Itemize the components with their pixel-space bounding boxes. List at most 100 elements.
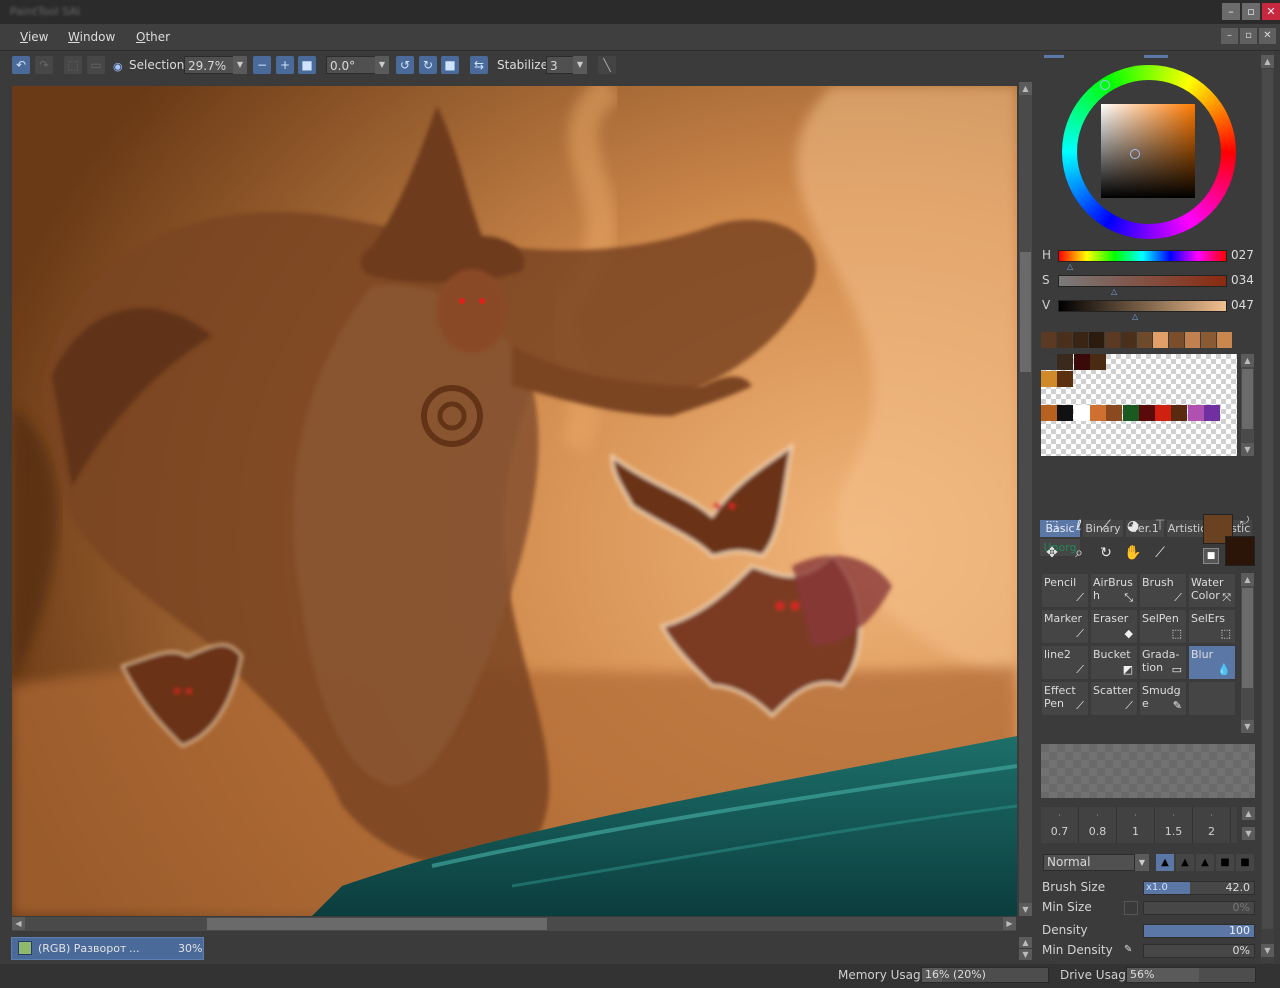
move-icon[interactable]: ✥ (1041, 542, 1063, 564)
history-swatch[interactable] (1185, 332, 1201, 348)
panel-scroll-thumb[interactable] (1262, 69, 1273, 929)
swatch[interactable] (1122, 405, 1139, 421)
value-value[interactable]: 047 (1231, 298, 1254, 312)
redo-icon[interactable]: ↷ (35, 56, 53, 74)
tool-pencil[interactable]: Pencil ⟋ (1041, 573, 1089, 608)
sv-marker[interactable] (1130, 149, 1140, 159)
size-scroll-down-icon[interactable]: ▼ (1242, 827, 1255, 840)
tool-empty[interactable] (1188, 681, 1236, 716)
value-slider-handle[interactable]: △ (1132, 312, 1138, 321)
swatch[interactable] (1171, 405, 1188, 421)
tool-eraser[interactable]: Eraser ◆ (1090, 609, 1138, 644)
min-size-slider[interactable]: 0% (1143, 901, 1255, 915)
tool-brush[interactable]: Brush ⟋ (1139, 573, 1187, 608)
flip-icon[interactable]: ⇆ (470, 56, 488, 74)
doc-list-down-icon[interactable]: ▼ (1019, 949, 1032, 960)
canvas-horizontal-scrollbar[interactable]: ◀ ▶ (12, 917, 1016, 931)
panel-scroll-down-icon[interactable]: ▼ (1261, 944, 1274, 957)
history-swatch[interactable] (1137, 332, 1153, 348)
saturation-value-square[interactable] (1101, 104, 1195, 198)
tool-scatter[interactable]: Scatter ⟋ (1090, 681, 1138, 716)
rotation-field[interactable]: 0.0° (326, 56, 376, 74)
swatch-grid[interactable] (1041, 354, 1237, 456)
hue-slider-handle[interactable]: △ (1067, 262, 1073, 271)
menu-window[interactable]: Window (68, 30, 115, 44)
tool-marker[interactable]: Marker ⟋ (1041, 609, 1089, 644)
tool-scroll-thumb[interactable] (1242, 588, 1253, 688)
doc-minimize-button[interactable]: – (1221, 28, 1238, 44)
zoom-reset-icon[interactable]: ■ (298, 56, 316, 74)
brush-size-multiplier[interactable]: x1.0 (1144, 882, 1190, 894)
straight-line-icon[interactable]: ╲ (598, 56, 616, 74)
swatch[interactable] (1057, 405, 1074, 421)
undo-icon[interactable]: ↶ (12, 56, 30, 74)
swatch[interactable] (1204, 405, 1220, 421)
size-scroll-up-icon[interactable]: ▲ (1242, 807, 1255, 820)
tool-scrollbar[interactable]: ▲ ▼ (1241, 573, 1254, 733)
brush-size-preset[interactable]: · 1 (1117, 807, 1155, 843)
zoom-field[interactable]: 29.7% (184, 56, 234, 74)
history-swatch[interactable] (1057, 332, 1073, 348)
magic-wand-icon[interactable]: ⟋ (1095, 515, 1117, 537)
scroll-left-icon[interactable]: ◀ (12, 917, 25, 930)
min-density-slider[interactable]: 0% (1143, 944, 1255, 958)
history-swatch[interactable] (1089, 332, 1105, 348)
history-swatch[interactable] (1041, 332, 1057, 348)
history-swatch[interactable] (1153, 332, 1169, 348)
swap-colors-icon[interactable]: ⤾ (1240, 514, 1249, 528)
swatch[interactable] (1073, 405, 1090, 421)
brush-size-preset[interactable]: · 2 (1193, 807, 1231, 843)
zoom-tool-icon[interactable]: ⌕ (1068, 542, 1090, 564)
swatch[interactable] (1089, 354, 1106, 370)
tool-water-color[interactable]: Water Color ⤧ (1188, 573, 1236, 608)
text-tool-icon[interactable]: T (1149, 515, 1171, 537)
swatch[interactable] (1073, 354, 1090, 370)
tool-smudge[interactable]: Smudge ✎ (1139, 681, 1187, 716)
rotate-left-icon[interactable]: ↺ (396, 56, 414, 74)
hue-value[interactable]: 027 (1231, 248, 1254, 262)
brush-shape-3-icon[interactable]: ▲ (1196, 854, 1214, 871)
eyedropper-icon[interactable]: ⟋ (1149, 542, 1171, 564)
scroll-right-icon[interactable]: ▶ (1003, 917, 1016, 930)
history-swatch[interactable] (1073, 332, 1089, 348)
tool-selers[interactable]: SelErs ⬚ (1188, 609, 1236, 644)
rect-select-icon[interactable]: ⬚ (1041, 515, 1063, 537)
history-swatch[interactable] (1121, 332, 1137, 348)
min-size-pressure-toggle[interactable] (1124, 901, 1138, 915)
deselect-icon[interactable]: ⬚ (64, 56, 82, 74)
brush-shape-5-icon[interactable]: ■ (1236, 854, 1254, 871)
panel-scroll-up-icon[interactable]: ▲ (1261, 55, 1274, 68)
swatch[interactable] (1138, 405, 1155, 421)
min-density-pen-icon[interactable]: ✎ (1124, 944, 1136, 956)
rotate-tool-icon[interactable]: ↻ (1095, 542, 1117, 564)
blend-mode-select[interactable]: Normal (1043, 854, 1135, 871)
swatch[interactable] (1057, 354, 1074, 370)
swatch[interactable] (1041, 405, 1057, 421)
blend-mode-dropdown-icon[interactable]: ▼ (1135, 854, 1149, 871)
background-color[interactable] (1225, 536, 1255, 566)
swatch[interactable] (1106, 405, 1123, 421)
brush-size-preset[interactable]: · 0.8 (1079, 807, 1117, 843)
tool-grada-tion[interactable]: Grada-tion ▭ (1139, 645, 1187, 680)
zoom-dropdown-icon[interactable]: ▼ (233, 56, 247, 74)
doc-restore-button[interactable]: ▫ (1240, 28, 1257, 44)
brush-size-slider[interactable]: x1.0 42.0 (1143, 881, 1255, 895)
vertical-scroll-thumb[interactable] (1020, 252, 1031, 372)
tool-blur[interactable]: Blur 💧 (1188, 645, 1236, 680)
swatch[interactable] (1089, 405, 1106, 421)
hand-tool-icon[interactable]: ✋ (1122, 542, 1144, 564)
history-swatch[interactable] (1201, 332, 1217, 348)
brush-shape-1-icon[interactable]: ▲ (1156, 854, 1174, 871)
lasso-icon[interactable]: ℓ (1068, 515, 1090, 537)
canvas[interactable] (12, 86, 1017, 916)
swatch[interactable] (1041, 371, 1057, 387)
density-slider[interactable]: 100 (1143, 924, 1255, 938)
value-slider[interactable] (1058, 300, 1227, 312)
color-fill-icon[interactable]: ◕ (1122, 515, 1144, 537)
swatch-scroll-down-icon[interactable]: ▼ (1241, 443, 1254, 456)
close-button[interactable]: ✕ (1262, 3, 1280, 20)
history-swatch[interactable] (1217, 332, 1233, 348)
hue-slider[interactable] (1058, 250, 1227, 262)
menu-view[interactable]: View (20, 30, 48, 44)
swatch[interactable] (1041, 354, 1057, 370)
